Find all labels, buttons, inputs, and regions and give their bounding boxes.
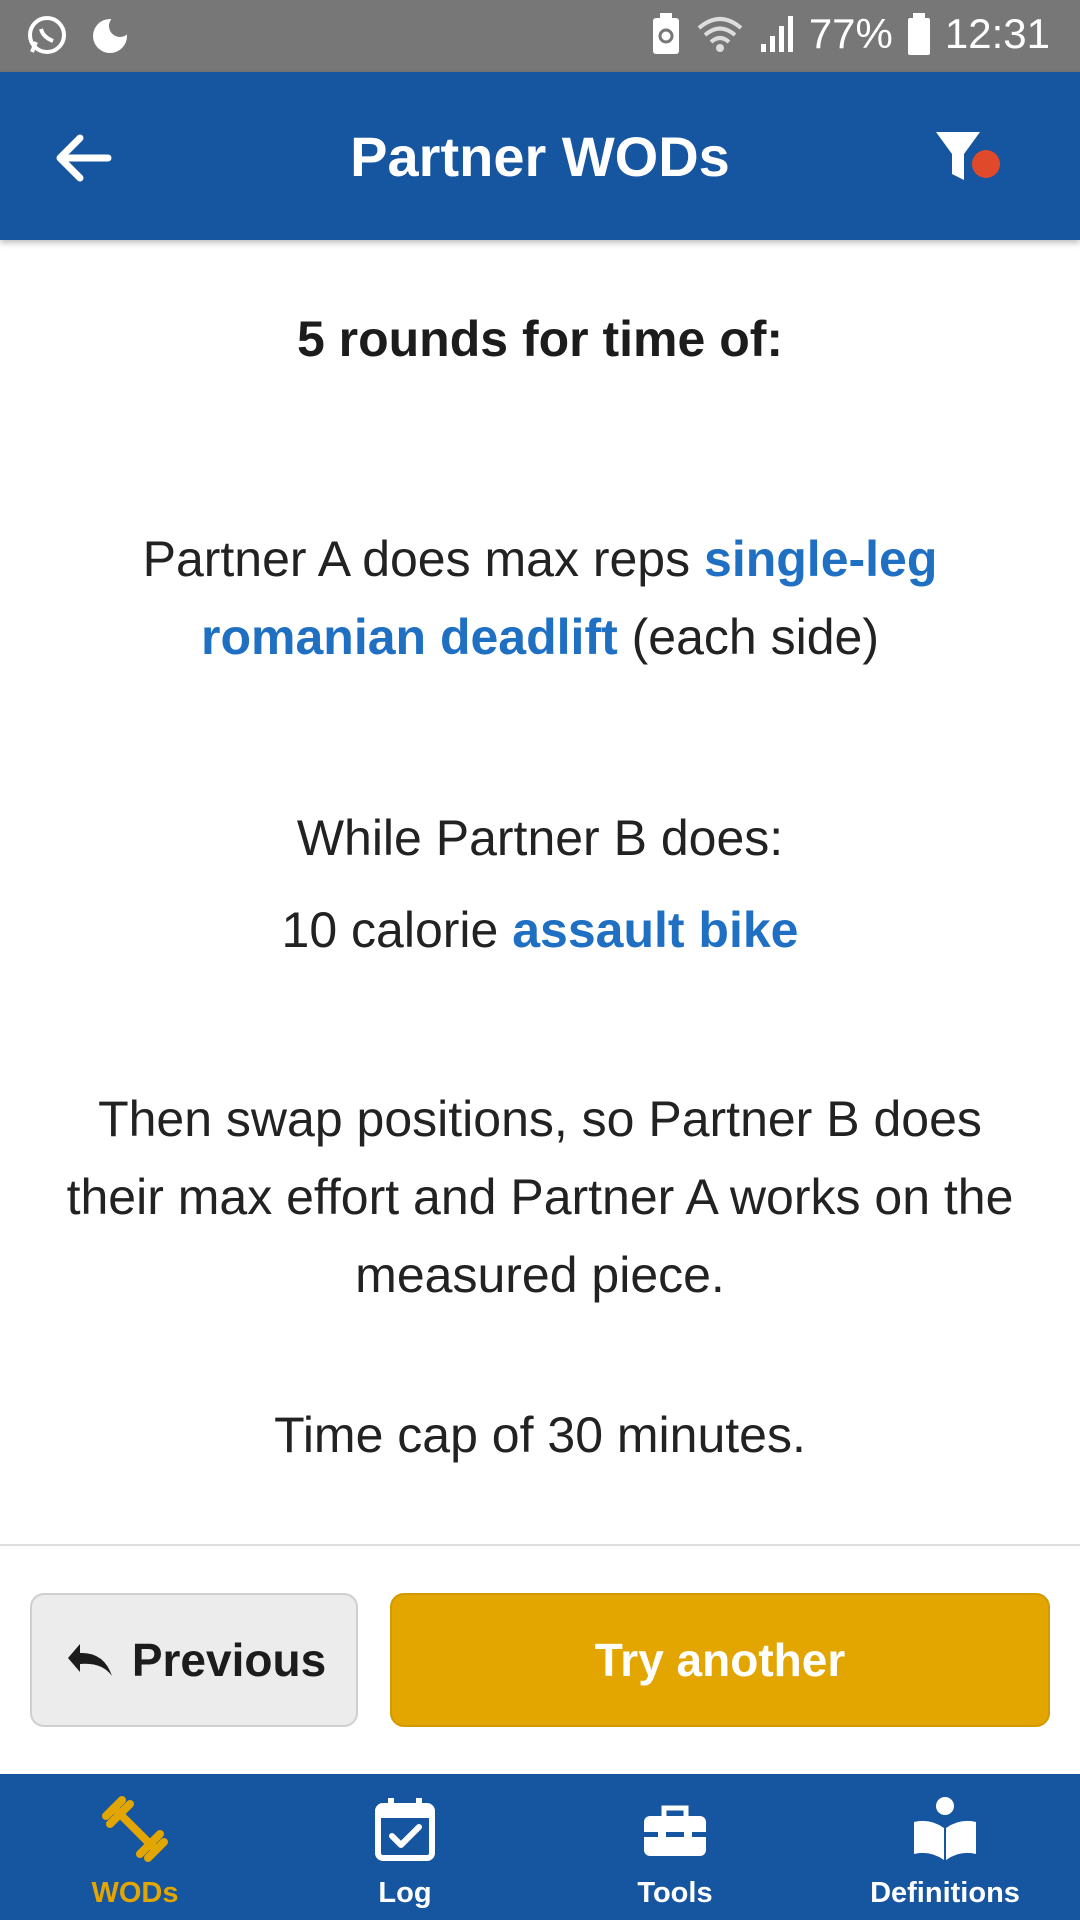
filter-icon xyxy=(936,132,1000,180)
nav-item-wods[interactable]: WODs xyxy=(0,1774,270,1920)
assault-bike-link[interactable]: assault bike xyxy=(512,902,798,958)
toolbox-icon xyxy=(644,1805,706,1856)
page-title: Partner WODs xyxy=(350,125,730,188)
wifi-icon xyxy=(695,14,745,54)
undo-icon xyxy=(67,1644,112,1676)
try-another-button[interactable]: Try another xyxy=(390,1593,1050,1727)
clock: 12:31 xyxy=(944,10,1050,57)
paragraph-text: (each side) xyxy=(617,609,879,665)
moon-icon xyxy=(90,14,132,56)
workout-paragraph-1: Partner A does max reps single-leg roman… xyxy=(60,520,1020,676)
book-reader-icon xyxy=(914,1797,976,1860)
calendar-check-icon xyxy=(375,1798,435,1861)
nav-label-wods: WODs xyxy=(91,1877,179,1909)
divider xyxy=(0,1544,1080,1546)
bottom-navigation: WODs Log Tools Definitions xyxy=(0,1774,1080,1920)
whatsapp-icon xyxy=(26,14,68,56)
filter-badge xyxy=(972,150,1000,178)
workout-paragraph-3: Then swap positions, so Partner B does t… xyxy=(66,1091,1014,1303)
workout-paragraph-4: Time cap of 30 minutes. xyxy=(274,1407,806,1463)
workout-heading: 5 rounds for time of: xyxy=(296,311,784,367)
battery-percent: 77% xyxy=(808,10,893,57)
paragraph-text: Partner A does max reps xyxy=(142,531,705,587)
status-bar: 77% 12:31 xyxy=(0,0,1080,72)
paragraph-line: 10 calorie assault bike xyxy=(60,884,1020,976)
nav-label-definitions: Definitions xyxy=(870,1877,1020,1909)
try-another-label: Try another xyxy=(594,1634,846,1686)
previous-button[interactable]: Previous xyxy=(30,1593,358,1727)
nav-label-tools: Tools xyxy=(637,1877,713,1909)
nav-label-log: Log xyxy=(378,1877,432,1909)
filter-button[interactable] xyxy=(930,124,1010,204)
paragraph-text: 10 calorie xyxy=(281,902,513,958)
nav-item-definitions[interactable]: Definitions xyxy=(810,1774,1080,1920)
signal-icon xyxy=(759,14,795,54)
workout-paragraph-2: While Partner B does: 10 calorie assault… xyxy=(60,792,1020,976)
paragraph-text: While Partner B does: xyxy=(296,810,784,866)
workout-content: 5 rounds for time of: Partner A does max… xyxy=(0,240,1080,1544)
dumbbell-icon xyxy=(102,1796,168,1862)
app-bar: Partner WODs xyxy=(0,72,1080,240)
previous-label: Previous xyxy=(131,1634,327,1686)
battery-icon xyxy=(907,12,931,56)
nav-item-log[interactable]: Log xyxy=(270,1774,540,1920)
battery-saver-icon xyxy=(651,12,681,56)
nav-item-tools[interactable]: Tools xyxy=(540,1774,810,1920)
